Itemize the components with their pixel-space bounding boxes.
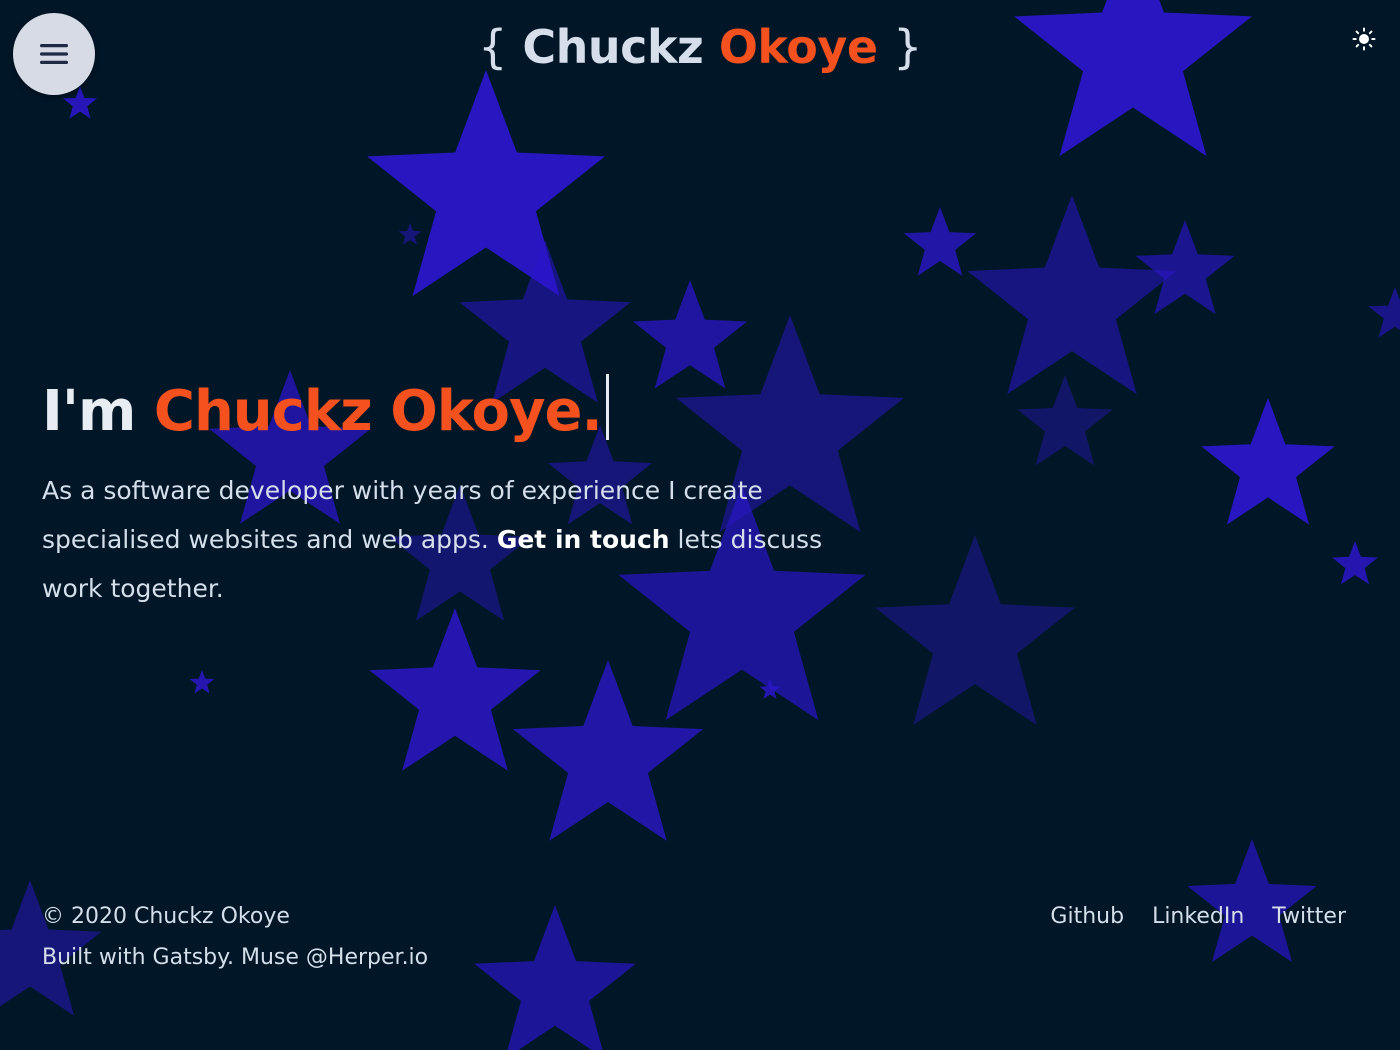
star-shape bbox=[367, 70, 605, 297]
footer-copyright: © 2020 Chuckz Okoye bbox=[42, 904, 290, 929]
sun-icon bbox=[1352, 27, 1376, 51]
title-open-brace: { bbox=[478, 20, 507, 74]
footer-credits: Built with Gatsby. Muse @Herper.io bbox=[42, 945, 429, 970]
github-link[interactable]: Github bbox=[1050, 896, 1124, 937]
star-shape bbox=[1332, 541, 1378, 585]
get-in-touch-link[interactable]: Get in touch bbox=[497, 525, 670, 554]
star-shape bbox=[1201, 398, 1335, 525]
star-shape bbox=[1017, 375, 1113, 466]
title-last-name: Okoye bbox=[718, 20, 878, 74]
hero-heading: I'm Chuckz Okoye. bbox=[42, 372, 842, 452]
title-first-name: Chuckz bbox=[522, 20, 704, 74]
footer-social-links: Github LinkedIn Twitter bbox=[1050, 896, 1346, 937]
hero-description: As a software developer with years of ex… bbox=[42, 466, 832, 613]
star-shape bbox=[1368, 287, 1400, 338]
hero-heading-name: Chuckz Okoye. bbox=[153, 379, 603, 444]
linkedin-link[interactable]: LinkedIn bbox=[1152, 896, 1244, 937]
star-shape bbox=[1135, 220, 1235, 315]
twitter-link[interactable]: Twitter bbox=[1272, 896, 1346, 937]
star-shape bbox=[474, 905, 636, 1050]
theme-toggle-button[interactable] bbox=[1349, 24, 1379, 54]
star-shape bbox=[512, 660, 704, 841]
hero-section: I'm Chuckz Okoye. As a software develope… bbox=[42, 372, 842, 613]
page: { Chuckz Okoye } I'm Chuckz Okoye. As a … bbox=[0, 0, 1400, 1050]
star-shape bbox=[398, 223, 422, 245]
star-shape bbox=[369, 608, 541, 771]
site-title[interactable]: { Chuckz Okoye } bbox=[0, 20, 1400, 74]
title-close-brace: } bbox=[893, 20, 922, 74]
star-shape bbox=[875, 535, 1075, 725]
hero-heading-prefix: I'm bbox=[42, 379, 136, 444]
footer-info: © 2020 Chuckz Okoye Built with Gatsby. M… bbox=[42, 896, 428, 978]
star-shape bbox=[967, 195, 1177, 394]
star-shape bbox=[903, 207, 977, 276]
star-shape bbox=[189, 670, 215, 694]
typing-cursor bbox=[605, 374, 609, 440]
